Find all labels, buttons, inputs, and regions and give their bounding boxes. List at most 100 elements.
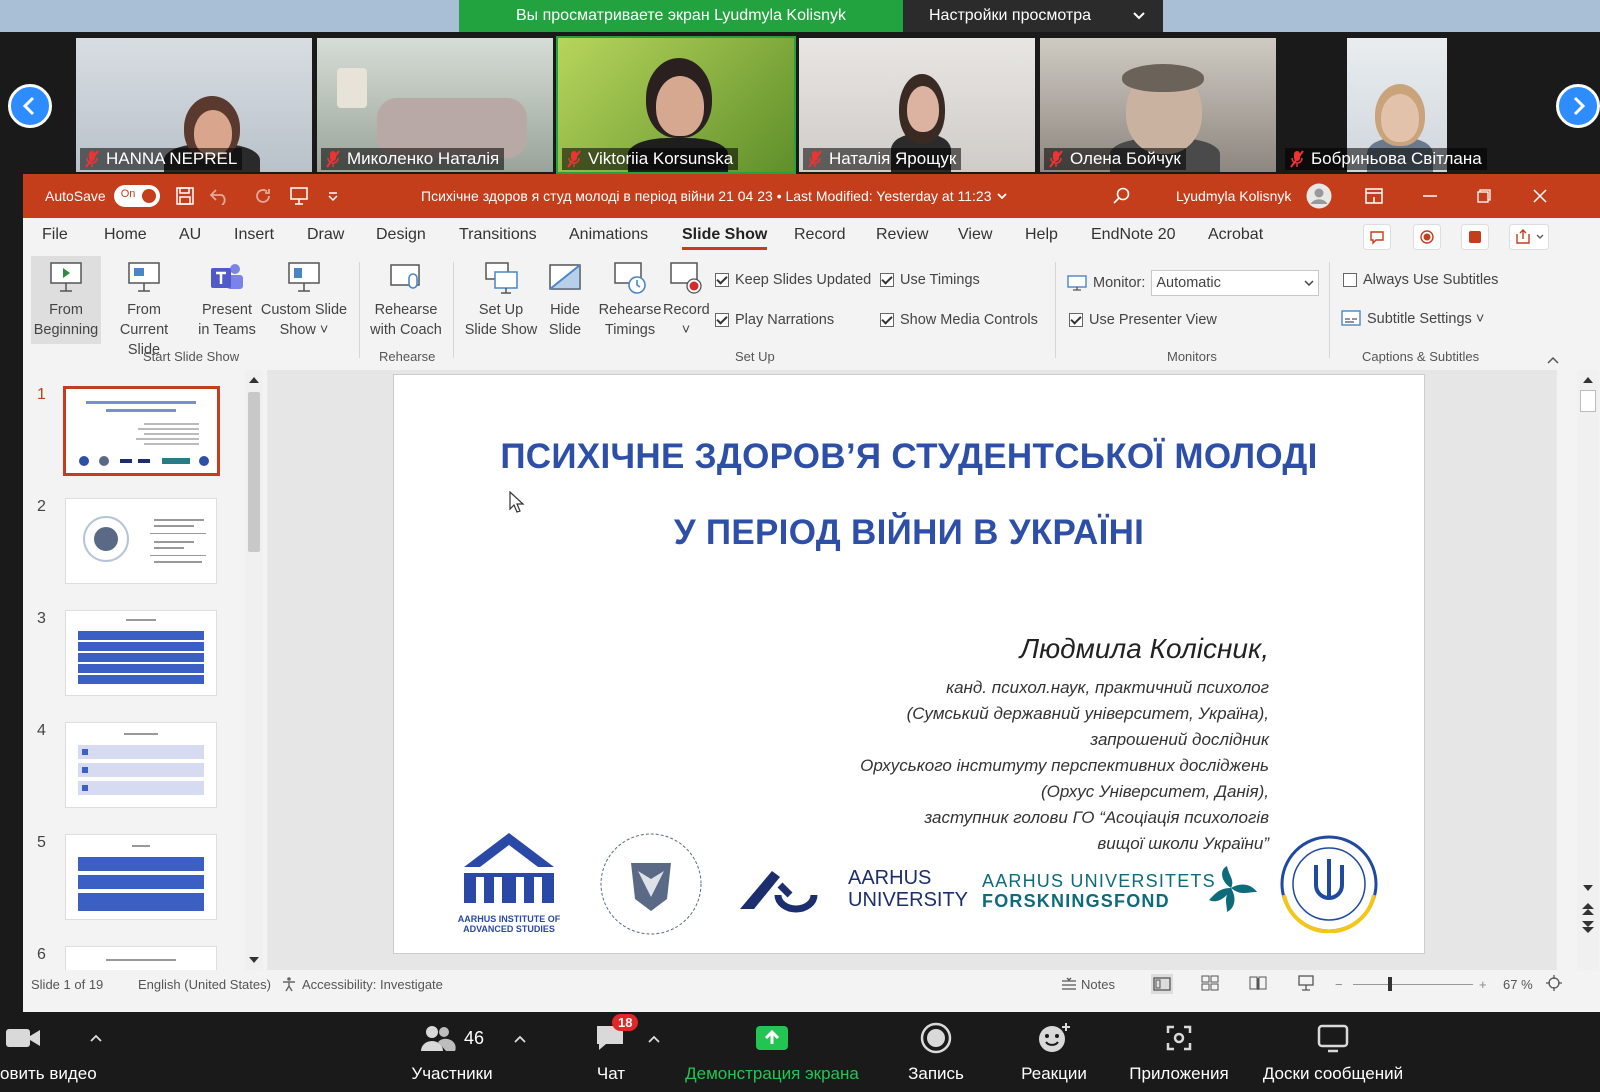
autosave-control[interactable]: AutoSave On	[45, 174, 160, 218]
slide-title-line-1[interactable]: ПСИХІЧНЕ ЗДОРОВ’Я СТУДЕНТСЬКОЇ МОЛОДІ	[394, 437, 1424, 477]
undo-icon[interactable]	[209, 174, 231, 218]
thumbnail-scrollbar[interactable]	[245, 370, 263, 970]
document-title[interactable]: Психічне здоров я студ молоді в період в…	[421, 174, 1008, 218]
slideshow-view-icon[interactable]	[1297, 974, 1315, 995]
tab-slide-show[interactable]: Slide Show	[682, 226, 768, 250]
show-media-controls-checkbox[interactable]: Show Media Controls	[880, 312, 1038, 328]
tab-file[interactable]: File	[42, 226, 68, 244]
set-up-slide-show-button[interactable]: Set Up Slide Show	[461, 260, 541, 340]
tab-animations[interactable]: Animations	[569, 226, 648, 244]
slide-thumbnail[interactable]	[65, 722, 217, 808]
tab-review[interactable]: Review	[876, 226, 928, 244]
tab-acrobat[interactable]: Acrobat	[1208, 226, 1263, 244]
present-in-teams-button[interactable]: Present in Teams	[195, 260, 259, 340]
previous-slide-icon[interactable]	[1582, 902, 1594, 916]
notes-button[interactable]: Notes	[1061, 977, 1115, 992]
search-icon[interactable]	[1113, 174, 1131, 218]
tab-record[interactable]: Record	[794, 226, 846, 244]
record-button[interactable]: Запись	[898, 1020, 974, 1084]
participant-tile[interactable]: Олена Бойчук	[1040, 38, 1276, 172]
zoom-slider-thumb[interactable]	[1388, 977, 1392, 991]
apps-button[interactable]: Приложения	[1124, 1020, 1234, 1084]
from-beginning-button[interactable]: From Beginning	[31, 256, 101, 344]
slide-thumbnail[interactable]	[63, 386, 220, 476]
collapse-ribbon-icon[interactable]	[1547, 352, 1559, 368]
tab-insert[interactable]: Insert	[234, 226, 274, 244]
keep-slides-updated-checkbox[interactable]: Keep Slides Updated	[715, 272, 871, 288]
scroll-up-icon	[1583, 377, 1593, 383]
tab-draw[interactable]: Draw	[307, 226, 344, 244]
autosave-toggle[interactable]: On	[113, 185, 160, 207]
participants-options-icon[interactable]	[514, 1030, 526, 1048]
monitor-dropdown[interactable]: Automatic	[1151, 270, 1320, 296]
whiteboards-button[interactable]: Доски сообщений	[1254, 1020, 1412, 1084]
tab-view[interactable]: View	[958, 226, 992, 244]
reading-view-icon[interactable]	[1249, 975, 1267, 994]
tab-home[interactable]: Home	[104, 226, 147, 244]
record-icon[interactable]	[1413, 224, 1441, 255]
record-button[interactable]: Record ˅	[663, 260, 710, 340]
zoom-in-button[interactable]: +	[1479, 977, 1487, 992]
normal-view-icon[interactable]	[1151, 974, 1173, 994]
slide-thumbnail[interactable]	[65, 946, 217, 970]
use-timings-checkbox[interactable]: Use Timings	[880, 272, 980, 288]
participant-tile-active-speaker[interactable]: Viktoriia Korsunska	[556, 36, 796, 174]
avatar[interactable]	[1306, 174, 1332, 218]
customize-toolbar-icon[interactable]	[327, 174, 339, 218]
present-teams-icon[interactable]	[1461, 224, 1489, 255]
slide-sorter-icon[interactable]	[1201, 975, 1219, 994]
share-icon[interactable]	[1509, 224, 1549, 255]
slide-thumbnail[interactable]	[65, 834, 217, 920]
participant-tile[interactable]: Бобриньова Світлана	[1281, 38, 1517, 172]
next-slide-icon[interactable]	[1582, 920, 1594, 934]
tab-au[interactable]: AU	[179, 226, 201, 244]
hide-slide-button[interactable]: Hide Slide	[541, 260, 589, 340]
always-use-subtitles-checkbox[interactable]: Always Use Subtitles	[1343, 272, 1498, 288]
play-narrations-checkbox[interactable]: Play Narrations	[715, 312, 834, 328]
language-indicator[interactable]: English (United States)	[138, 977, 271, 992]
restore-icon[interactable]	[1477, 174, 1491, 218]
use-presenter-view-checkbox[interactable]: Use Presenter View	[1069, 312, 1217, 328]
slide-title-line-2[interactable]: У ПЕРІОД ВІЙНИ В УКРАЇНІ	[394, 513, 1424, 553]
participant-tile[interactable]: Миколенко Наталія	[317, 38, 553, 172]
tab-design[interactable]: Design	[376, 226, 426, 244]
slide-thumbnail[interactable]	[65, 498, 217, 584]
zoom-out-button[interactable]: −	[1335, 977, 1343, 992]
from-current-slide-button[interactable]: From Current Slide	[103, 260, 185, 360]
current-slide[interactable]: ПСИХІЧНЕ ЗДОРОВ’Я СТУДЕНТСЬКОЇ МОЛОДІ У …	[393, 374, 1425, 954]
accessibility-checker[interactable]: Accessibility: Investigate	[281, 976, 443, 992]
author-block[interactable]: Людмила Колісник, канд. психол.наук, пра…	[860, 633, 1269, 857]
close-icon[interactable]	[1533, 174, 1547, 218]
present-icon[interactable]	[289, 174, 309, 218]
chat-button[interactable]: 18 Чат	[576, 1014, 646, 1084]
view-settings-button[interactable]: Настройки просмотра	[903, 0, 1163, 32]
zoom-slider[interactable]	[1353, 983, 1473, 985]
chat-options-icon[interactable]	[648, 1030, 660, 1048]
custom-slide-show-button[interactable]: Custom Slide Show ˅	[259, 260, 349, 340]
slide-thumbnail[interactable]	[65, 610, 217, 696]
aias-logo: AARHUS INSTITUTE OF ADVANCED STUDIES	[454, 829, 564, 934]
participant-tile[interactable]: HANNA NEPREL	[76, 38, 312, 172]
gallery-prev-button[interactable]	[8, 84, 52, 128]
gallery-next-button[interactable]	[1556, 84, 1600, 128]
participants-button[interactable]: 46 Участники	[392, 1020, 512, 1084]
rehearse-with-coach-button[interactable]: Rehearse with Coach	[365, 260, 447, 340]
start-video-button[interactable]: овить видео	[0, 1020, 110, 1084]
comments-icon[interactable]	[1363, 224, 1391, 255]
zoom-level[interactable]: 67 %	[1503, 977, 1533, 992]
reactions-button[interactable]: Реакции	[1014, 1020, 1094, 1084]
tab-transitions[interactable]: Transitions	[459, 226, 537, 244]
rehearse-timings-button[interactable]: Rehearse Timings	[597, 260, 663, 340]
fit-to-window-icon[interactable]	[1545, 974, 1563, 995]
slide-scrollbar[interactable]	[1577, 370, 1599, 970]
ribbon-display-icon[interactable]	[1365, 174, 1383, 218]
tab-endnote[interactable]: EndNote 20	[1091, 226, 1176, 244]
subtitle-settings-button[interactable]: Subtitle Settings ˅	[1341, 310, 1484, 328]
participant-tile[interactable]: Наталія Ярощук	[799, 38, 1035, 172]
share-screen-button[interactable]: Демонстрация экрана	[682, 1020, 862, 1084]
save-icon[interactable]	[175, 174, 195, 218]
tab-help[interactable]: Help	[1025, 226, 1058, 244]
user-name[interactable]: Lyudmyla Kolisnyk	[1176, 174, 1291, 218]
minimize-icon[interactable]	[1423, 174, 1437, 218]
redo-icon[interactable]	[253, 174, 273, 218]
